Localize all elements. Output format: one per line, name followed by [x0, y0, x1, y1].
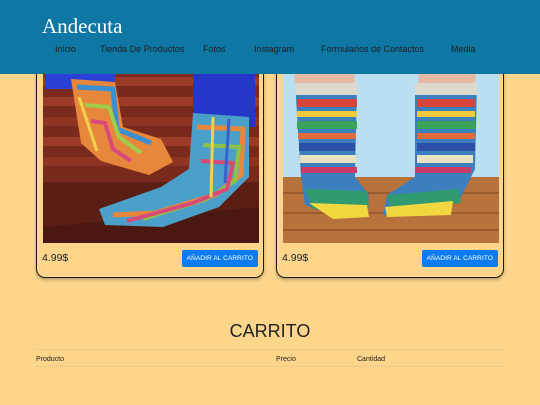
- divider: [35, 366, 503, 367]
- column-header-price: Precio: [276, 356, 296, 363]
- column-header-quantity: Cantidad: [357, 356, 386, 363]
- product-card: 4.99$ AÑADIR AL CARRITO: [36, 56, 264, 278]
- nav-item-fotos[interactable]: Fotos: [203, 44, 226, 54]
- column-header-product: Producto: [36, 356, 65, 363]
- add-to-cart-button[interactable]: AÑADIR AL CARRITO: [181, 250, 258, 267]
- nav-item-tienda[interactable]: Tienda De Productos: [100, 44, 184, 54]
- nav-item-instagram[interactable]: Instagram: [254, 44, 294, 54]
- nav-item-formularios[interactable]: Formularios de Contactos: [321, 44, 424, 54]
- product-price: 4.99$: [282, 252, 309, 264]
- divider: [35, 349, 503, 350]
- brand-logo[interactable]: Andecuta: [42, 14, 122, 39]
- product-price: 4.99$: [42, 252, 69, 264]
- product-card: 4.99$ AÑADIR AL CARRITO: [276, 56, 504, 278]
- site-header: Andecuta Inicio Tienda De Productos Foto…: [0, 0, 540, 74]
- main-nav: Inicio Tienda De Productos Fotos Instagr…: [0, 44, 540, 60]
- product-image[interactable]: [43, 57, 259, 243]
- cart-title: CARRITO: [229, 321, 311, 341]
- nav-item-inicio[interactable]: Inicio: [55, 44, 76, 54]
- product-image[interactable]: [283, 57, 499, 243]
- nav-item-media[interactable]: Media: [451, 44, 476, 54]
- add-to-cart-button[interactable]: AÑADIR AL CARRITO: [421, 250, 498, 267]
